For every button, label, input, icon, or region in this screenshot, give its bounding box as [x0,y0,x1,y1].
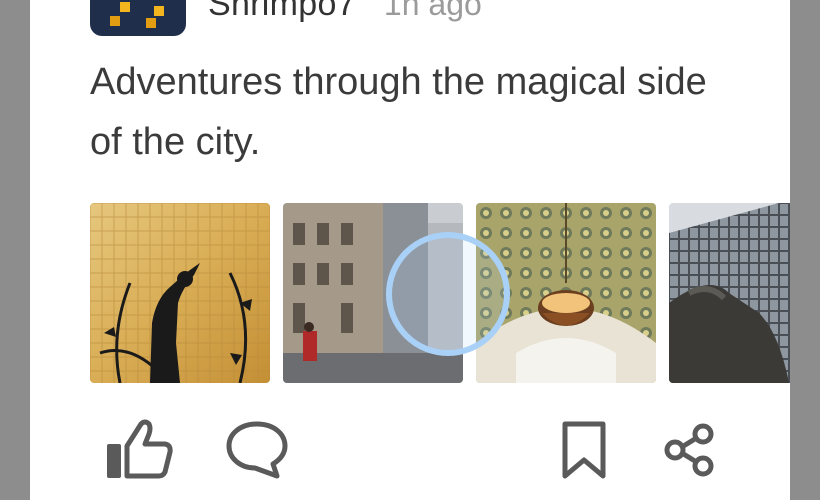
username[interactable]: Shrimpo7 [208,0,356,24]
comment-bubble-icon [226,421,288,479]
gallery-photo[interactable] [283,203,463,383]
gallery-photo[interactable] [669,203,790,383]
action-bar [30,410,790,490]
post-card: Shrimpo7 1h ago Adventures through the m… [30,0,790,500]
post-header: Shrimpo7 1h ago [90,0,482,36]
thumbs-up-icon [107,419,173,479]
post-text: Adventures through the magical side of t… [90,61,707,163]
bookmark-icon [562,421,606,479]
gallery-photo[interactable] [476,203,656,383]
avatar[interactable] [90,0,186,36]
share-icon [664,423,714,477]
gallery-photo[interactable] [90,203,270,383]
photo-gallery[interactable] [90,203,790,383]
post-timestamp: 1h ago [383,0,482,22]
like-button[interactable] [100,410,180,490]
share-button[interactable] [650,410,730,490]
comment-button[interactable] [217,410,297,490]
screen: Shrimpo7 1h ago Adventures through the m… [0,0,820,500]
bookmark-button[interactable] [544,410,624,490]
